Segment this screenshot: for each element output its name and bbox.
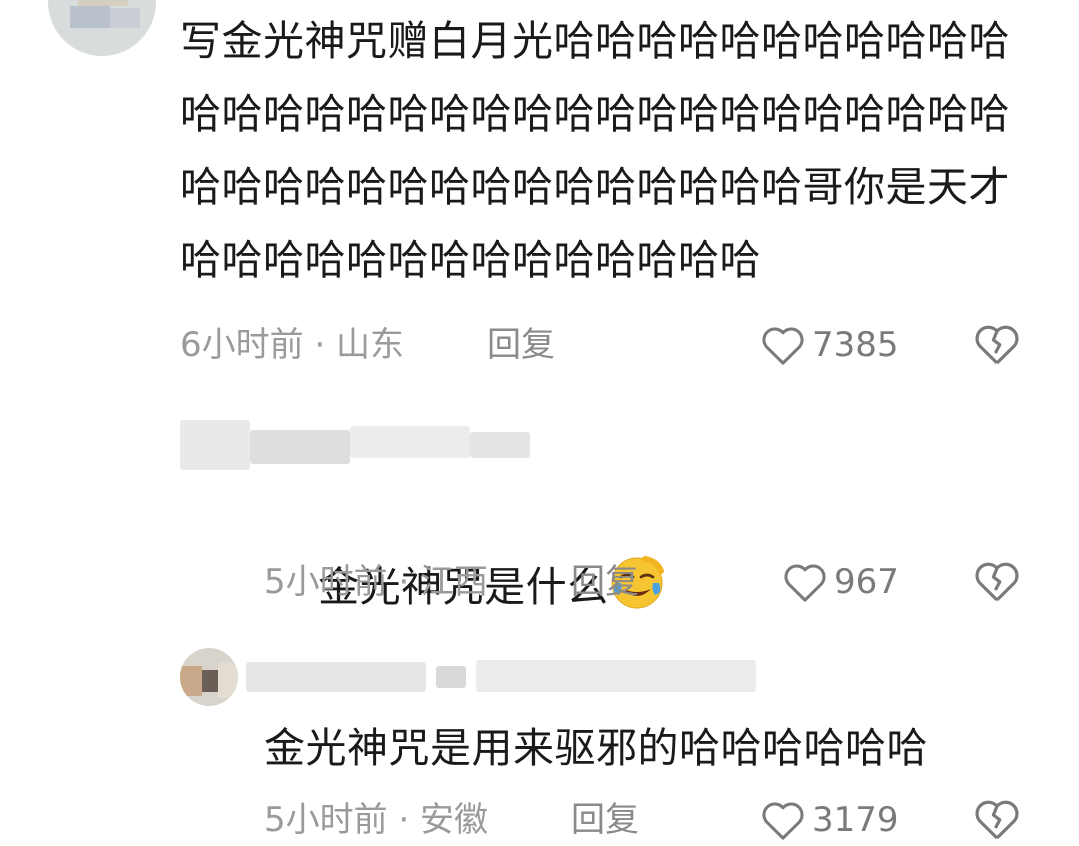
reply-button[interactable]: 回复 bbox=[571, 795, 639, 845]
heart-outline-icon bbox=[762, 327, 804, 365]
broken-heart-icon[interactable] bbox=[973, 797, 1021, 841]
username-blurred[interactable] bbox=[246, 656, 756, 696]
comment-text: 金光神咒是用来驱邪的哈哈哈哈哈哈 bbox=[264, 724, 928, 772]
comment-time-location: 6小时前 · 山东 bbox=[180, 325, 405, 365]
heart-outline-icon bbox=[784, 564, 826, 602]
heart-outline-icon bbox=[762, 802, 804, 840]
avatar[interactable] bbox=[48, 0, 156, 56]
comment-meta: 5小时前 · 安徽 回复 bbox=[264, 795, 684, 845]
like-count: 7385 bbox=[812, 325, 899, 365]
like-count: 967 bbox=[834, 562, 899, 602]
like-button[interactable]: 3179 bbox=[760, 795, 899, 845]
comment-time-location: 5小时前 · 安徽 bbox=[264, 800, 489, 840]
like-button[interactable]: 7385 bbox=[760, 320, 899, 370]
comment-meta: 5小时前 · 江西 回复 bbox=[264, 557, 684, 607]
username-blurred[interactable] bbox=[180, 412, 540, 472]
reply-button[interactable]: 回复 bbox=[487, 320, 555, 370]
avatar[interactable] bbox=[180, 648, 238, 706]
comment-time-location: 5小时前 · 江西 bbox=[264, 562, 489, 602]
reply-button[interactable]: 回复 bbox=[571, 557, 639, 607]
like-count: 3179 bbox=[812, 800, 899, 840]
broken-heart-icon[interactable] bbox=[973, 559, 1021, 603]
broken-heart-icon[interactable] bbox=[973, 322, 1021, 366]
comment-meta: 6小时前 · 山东 回复 bbox=[180, 320, 600, 370]
comment-text: 写金光神咒赠白月光哈哈哈哈哈哈哈哈哈哈哈哈哈哈哈哈哈哈哈哈哈哈哈哈哈哈哈哈哈哈哈… bbox=[180, 17, 1010, 284]
like-button[interactable]: 967 bbox=[782, 557, 899, 607]
